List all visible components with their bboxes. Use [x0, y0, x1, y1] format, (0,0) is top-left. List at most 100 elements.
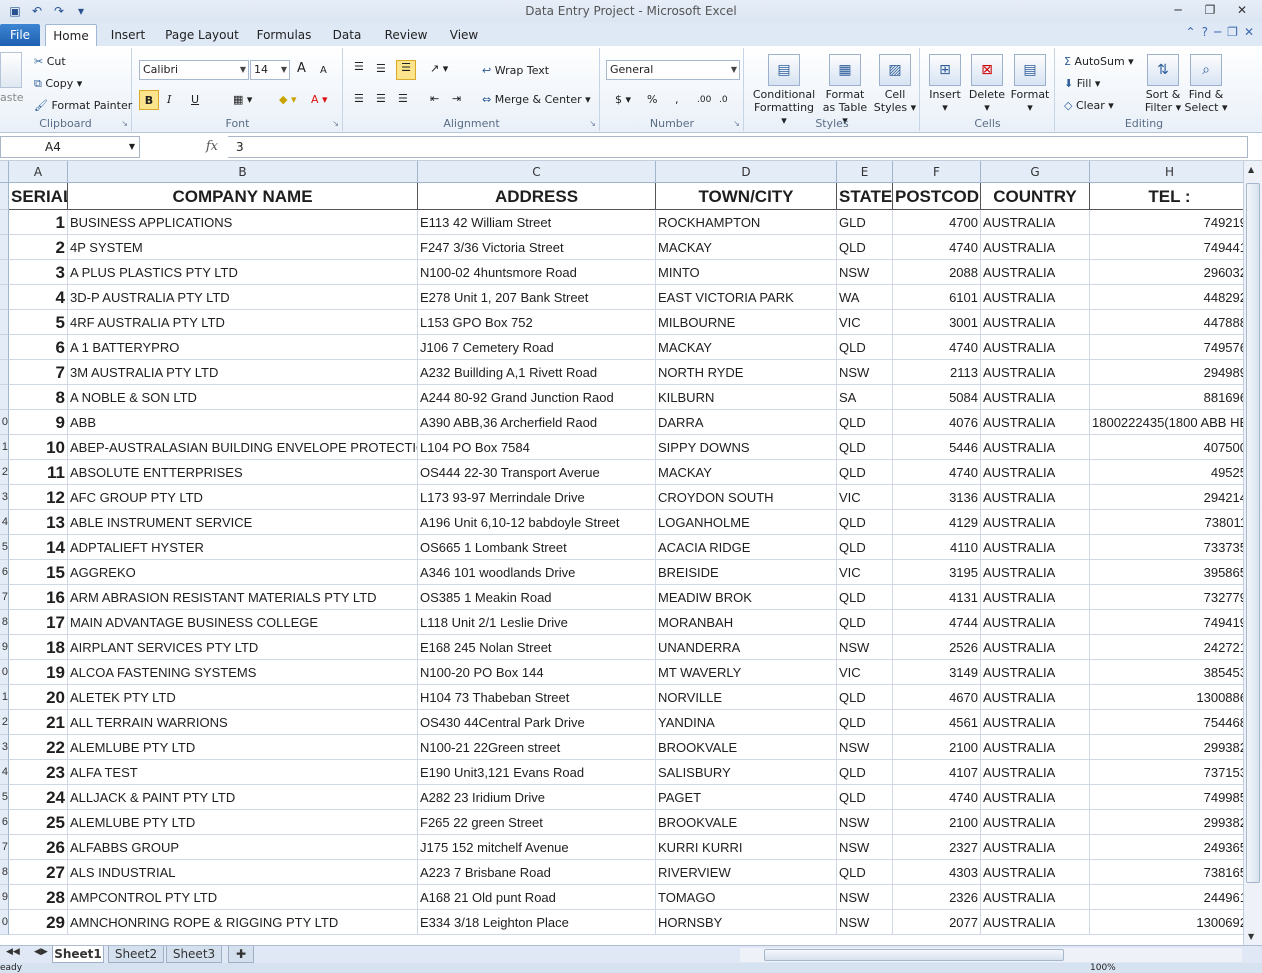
header-cell[interactable]: ADDRESS — [418, 183, 656, 210]
table-cell[interactable]: ALFA TEST — [68, 760, 418, 785]
number-launcher-icon[interactable]: ↘ — [733, 119, 740, 128]
fill-color-icon[interactable]: ◆ ▾ — [279, 93, 296, 107]
table-cell[interactable]: AUSTRALIA — [981, 660, 1090, 685]
table-cell[interactable]: MEADIW BROK — [656, 585, 837, 610]
table-cell[interactable]: 749441 — [1090, 235, 1243, 260]
cell-styles-button[interactable]: ▨ Cell Styles ▾ — [873, 54, 917, 114]
table-cell[interactable]: 5446 — [893, 435, 981, 460]
font-color-icon[interactable]: A ▾ — [311, 93, 328, 107]
table-cell[interactable]: AUSTRALIA — [981, 460, 1090, 485]
table-cell[interactable]: QLD — [837, 760, 893, 785]
table-cell[interactable]: 6 — [9, 335, 68, 360]
alignment-launcher-icon[interactable]: ↘ — [589, 119, 596, 128]
table-cell[interactable]: BROOKVALE — [656, 735, 837, 760]
table-cell[interactable]: AUSTRALIA — [981, 810, 1090, 835]
row-header[interactable]: 3 — [0, 735, 9, 760]
table-cell[interactable]: 737153 — [1090, 760, 1243, 785]
row-header[interactable]: 6 — [0, 810, 9, 835]
row-header[interactable]: 4 — [0, 760, 9, 785]
table-cell[interactable]: 2100 — [893, 810, 981, 835]
row-header[interactable]: 0 — [0, 910, 9, 935]
table-cell[interactable]: A223 7 Brisbane Road — [418, 860, 656, 885]
column-header-c[interactable]: C — [418, 161, 656, 183]
table-cell[interactable]: AIRPLANT SERVICES PTY LTD — [68, 635, 418, 660]
doc-minimize-icon[interactable]: ─ — [1214, 25, 1221, 39]
table-cell[interactable]: 1 — [9, 210, 68, 235]
table-cell[interactable]: AUSTRALIA — [981, 910, 1090, 935]
table-cell[interactable]: 749219 — [1090, 210, 1243, 235]
vertical-scroll-thumb[interactable] — [1246, 183, 1260, 883]
table-cell[interactable]: 249365 — [1090, 835, 1243, 860]
table-cell[interactable]: AUSTRALIA — [981, 760, 1090, 785]
clipboard-launcher-icon[interactable]: ↘ — [121, 119, 128, 128]
table-cell[interactable]: AUSTRALIA — [981, 710, 1090, 735]
table-cell[interactable]: 27 — [9, 860, 68, 885]
table-cell[interactable]: AUSTRALIA — [981, 685, 1090, 710]
table-cell[interactable]: A390 ABB,36 Archerfield Raod — [418, 410, 656, 435]
table-cell[interactable]: 3149 — [893, 660, 981, 685]
table-cell[interactable]: 2526 — [893, 635, 981, 660]
table-cell[interactable]: 3M AUSTRALIA PTY LTD — [68, 360, 418, 385]
ribbon-tab-insert[interactable]: Insert — [106, 24, 150, 46]
orientation-icon[interactable]: ↗ ▾ — [430, 62, 448, 76]
table-cell[interactable]: NSW — [837, 735, 893, 760]
number-format-combo[interactable]: General ▼ — [606, 60, 740, 80]
doc-close-icon[interactable]: ✕ — [1244, 25, 1254, 39]
sort-filter-button[interactable]: ⇅ Sort & Filter ▾ — [1142, 54, 1184, 114]
table-cell[interactable]: 14 — [9, 535, 68, 560]
table-cell[interactable]: H104 73 Thabeban Street — [418, 685, 656, 710]
zoom-level[interactable]: 100% — [1090, 963, 1116, 973]
table-cell[interactable]: QLD — [837, 785, 893, 810]
table-cell[interactable]: SIPPY DOWNS — [656, 435, 837, 460]
table-cell[interactable]: MILBOURNE — [656, 310, 837, 335]
header-cell[interactable]: STATE — [837, 183, 893, 210]
table-cell[interactable]: MACKAY — [656, 460, 837, 485]
row-header[interactable]: 1 — [0, 685, 9, 710]
sheet-tab-sheet1[interactable]: Sheet1 — [52, 946, 104, 963]
table-cell[interactable]: ABEP-AUSTRALASIAN BUILDING ENVELOPE PROT… — [68, 435, 418, 460]
table-cell[interactable]: 28 — [9, 885, 68, 910]
table-cell[interactable]: NSW — [837, 910, 893, 935]
table-cell[interactable]: E334 3/18 Leighton Place — [418, 910, 656, 935]
table-cell[interactable]: AUSTRALIA — [981, 610, 1090, 635]
close-icon[interactable]: ✕ — [1228, 0, 1256, 20]
table-cell[interactable]: ACACIA RIDGE — [656, 535, 837, 560]
doc-restore-icon[interactable]: ❐ — [1227, 25, 1238, 39]
table-cell[interactable]: 447888 — [1090, 310, 1243, 335]
table-cell[interactable]: SALISBURY — [656, 760, 837, 785]
table-cell[interactable]: ALL TERRAIN WARRIONS — [68, 710, 418, 735]
table-cell[interactable]: VIC — [837, 560, 893, 585]
table-cell[interactable]: ABSOLUTE ENTTERPRISES — [68, 460, 418, 485]
table-cell[interactable]: AUSTRALIA — [981, 335, 1090, 360]
first-sheet-icon[interactable]: ◀◀ — [6, 947, 20, 957]
table-cell[interactable]: 294214 — [1090, 485, 1243, 510]
table-cell[interactable]: 11 — [9, 460, 68, 485]
table-cell[interactable]: KURRI KURRI — [656, 835, 837, 860]
row-header[interactable] — [0, 285, 9, 310]
table-cell[interactable]: A 1 BATTERYPRO — [68, 335, 418, 360]
formula-input[interactable]: 3 — [228, 136, 1248, 158]
table-cell[interactable]: 4110 — [893, 535, 981, 560]
row-header[interactable] — [0, 183, 9, 210]
table-cell[interactable]: 20 — [9, 685, 68, 710]
table-cell[interactable]: AUSTRALIA — [981, 785, 1090, 810]
table-cell[interactable]: 25 — [9, 810, 68, 835]
table-cell[interactable]: 385453 — [1090, 660, 1243, 685]
table-cell[interactable]: TOMAGO — [656, 885, 837, 910]
row-header[interactable]: 6 — [0, 560, 9, 585]
row-header[interactable] — [0, 360, 9, 385]
table-cell[interactable]: 9 — [9, 410, 68, 435]
table-cell[interactable]: 17 — [9, 610, 68, 635]
table-cell[interactable]: 881696 — [1090, 385, 1243, 410]
row-header[interactable]: 0 — [0, 660, 9, 685]
table-cell[interactable]: 242721 — [1090, 635, 1243, 660]
table-cell[interactable]: 448292 — [1090, 285, 1243, 310]
row-header[interactable]: 9 — [0, 635, 9, 660]
table-cell[interactable]: AUSTRALIA — [981, 560, 1090, 585]
fill-button[interactable]: ⬇ Fill ▾ — [1064, 77, 1100, 91]
table-cell[interactable]: 4740 — [893, 335, 981, 360]
table-cell[interactable]: 4303 — [893, 860, 981, 885]
minimize-icon[interactable]: ─ — [1164, 0, 1192, 20]
table-cell[interactable]: A196 Unit 6,10-12 babdoyle Street — [418, 510, 656, 535]
table-cell[interactable]: AUSTRALIA — [981, 360, 1090, 385]
